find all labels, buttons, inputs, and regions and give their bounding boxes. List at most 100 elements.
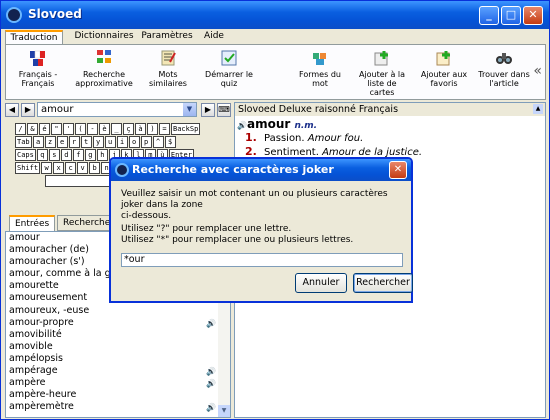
key-tab[interactable]: Tab (15, 136, 32, 148)
dictionary-name: Slovoed Deluxe raisonné Français (235, 103, 545, 116)
key[interactable]: t (80, 136, 92, 148)
scroll-down-icon[interactable]: ▼ (218, 405, 230, 417)
dialog-line: Utilisez "*" pour remplacer une ou plusi… (121, 235, 354, 245)
key[interactable]: é (39, 123, 50, 135)
dialog-line: Utilisez "?" pour remplacer une lettre. (121, 224, 292, 234)
key[interactable]: ^ (152, 136, 164, 148)
list-item[interactable]: ampère 🔊 (6, 377, 230, 389)
list-item[interactable]: amovibilité (6, 329, 230, 341)
key[interactable]: $ (164, 136, 176, 148)
list-item[interactable]: amour-propre 🔊 (6, 317, 230, 329)
toolbar-label: Trouver dans (478, 70, 530, 79)
key[interactable]: r (68, 136, 80, 148)
tab-aide[interactable]: Aide (201, 30, 227, 44)
key[interactable]: u (104, 136, 116, 148)
dialog-title-bar[interactable]: Recherche avec caractères joker ✕ (111, 159, 411, 181)
key[interactable]: p (140, 136, 152, 148)
key[interactable]: w (41, 162, 53, 174)
slovoed-app-icon (115, 163, 129, 177)
key-caps[interactable]: Caps (15, 149, 36, 161)
key[interactable]: s (48, 149, 60, 161)
key[interactable]: c (65, 162, 77, 174)
wildcard-input[interactable]: *our (121, 253, 403, 267)
key[interactable]: _ (111, 123, 122, 135)
key[interactable]: = (159, 123, 170, 135)
similar-words-icon (161, 50, 176, 66)
navigation-bar: ◀ ▶ amour ▼ ▶ ⌨ (5, 102, 231, 118)
key[interactable]: / (15, 123, 26, 135)
list-item[interactable]: ampérage 🔊 (6, 365, 230, 377)
list-item[interactable]: ampèremètre 🔊 (6, 401, 230, 413)
scroll-up-icon[interactable]: ▲ (533, 104, 543, 114)
maximize-button[interactable]: □ (501, 6, 521, 25)
forward-arrow-icon[interactable]: ▶ (21, 103, 35, 117)
key[interactable]: ' (63, 123, 74, 135)
list-item[interactable]: amoureux, -euse (6, 305, 230, 317)
keyboard-icon[interactable]: ⌨ (217, 103, 231, 117)
back-arrow-icon[interactable]: ◀ (5, 103, 19, 117)
go-arrow-icon[interactable]: ▶ (201, 103, 215, 117)
search-button[interactable]: Rechercher (353, 273, 413, 293)
key[interactable]: h (96, 149, 108, 161)
list-item[interactable]: ampère-heure (6, 389, 230, 401)
toolbar-label: Français (21, 79, 55, 88)
key[interactable]: f (72, 149, 84, 161)
tab-parametres[interactable]: Paramètres (141, 30, 193, 44)
speaker-icon[interactable]: 🔊 (206, 402, 216, 414)
key[interactable]: z (44, 136, 56, 148)
toolbar-button-add-favorite[interactable]: Ajouter aux favoris (418, 48, 470, 98)
close-button[interactable]: ✕ (523, 6, 543, 25)
key[interactable]: v (77, 162, 89, 174)
slovoed-app-icon (6, 7, 22, 23)
key[interactable]: à (135, 123, 146, 135)
toolbar-label: Ajouter à la (358, 70, 406, 79)
key[interactable]: è (99, 123, 110, 135)
flag-swap-icon (30, 50, 45, 66)
key[interactable]: g (84, 149, 96, 161)
key[interactable]: ( (75, 123, 86, 135)
key[interactable]: o (128, 136, 140, 148)
word-forms-icon (313, 53, 326, 65)
toolbar-button-quiz[interactable]: Démarrer le quiz (202, 48, 256, 98)
key[interactable]: d (60, 149, 72, 161)
list-item-label: amour (9, 232, 40, 243)
tab-traduction[interactable]: Traduction (5, 30, 63, 45)
minimize-button[interactable]: _ (479, 6, 499, 25)
key[interactable]: a (32, 136, 44, 148)
tab-entrees[interactable]: Entrées (9, 215, 56, 231)
key[interactable]: b (89, 162, 101, 174)
speaker-icon[interactable]: 🔊 (237, 121, 247, 130)
tab-dictionnaires[interactable]: Dictionnaires (71, 30, 137, 44)
key[interactable]: " (51, 123, 62, 135)
toolbar-button-similar-words[interactable]: Mots similaires (140, 48, 196, 98)
key[interactable]: ç (123, 123, 134, 135)
search-input[interactable]: amour ▼ (37, 102, 197, 117)
key[interactable]: x (53, 162, 65, 174)
toolbar-button-find-in-article[interactable]: Trouver dans l'article (476, 48, 532, 98)
toolbar-label: Recherche (82, 70, 125, 79)
key[interactable]: e (56, 136, 68, 148)
title-bar[interactable]: Slovoed _ □ ✕ (1, 1, 549, 29)
key[interactable]: i (116, 136, 128, 148)
toolbar-button-fuzzy-search[interactable]: Recherche approximative (72, 48, 136, 98)
toolbar-button-add-card[interactable]: Ajouter à la liste de cartes (356, 48, 408, 98)
key[interactable]: y (92, 136, 104, 148)
key-backspace[interactable]: BackSp (171, 123, 201, 135)
key[interactable]: - (87, 123, 98, 135)
toolbar-label: Démarrer le (205, 70, 253, 79)
key[interactable]: q (36, 149, 48, 161)
list-item-label: amouracher (de) (9, 244, 89, 256)
toolbar-button-language[interactable]: Français - Français (10, 48, 66, 98)
cancel-button[interactable]: Annuler (295, 273, 347, 293)
key[interactable]: ) (147, 123, 158, 135)
search-input-value: amour (41, 104, 74, 115)
key-shift[interactable]: Shift (15, 162, 41, 174)
list-item[interactable]: amovible (6, 341, 230, 353)
close-icon[interactable]: ✕ (389, 161, 407, 179)
ribbon-collapse-icon[interactable]: « (533, 63, 542, 79)
key[interactable]: & (27, 123, 38, 135)
chevron-down-icon[interactable]: ▼ (183, 103, 196, 116)
toolbar-button-word-forms[interactable]: Formes du mot (290, 48, 350, 98)
fuzzy-search-icon (97, 50, 111, 63)
list-item[interactable]: ampélopsis (6, 353, 230, 365)
